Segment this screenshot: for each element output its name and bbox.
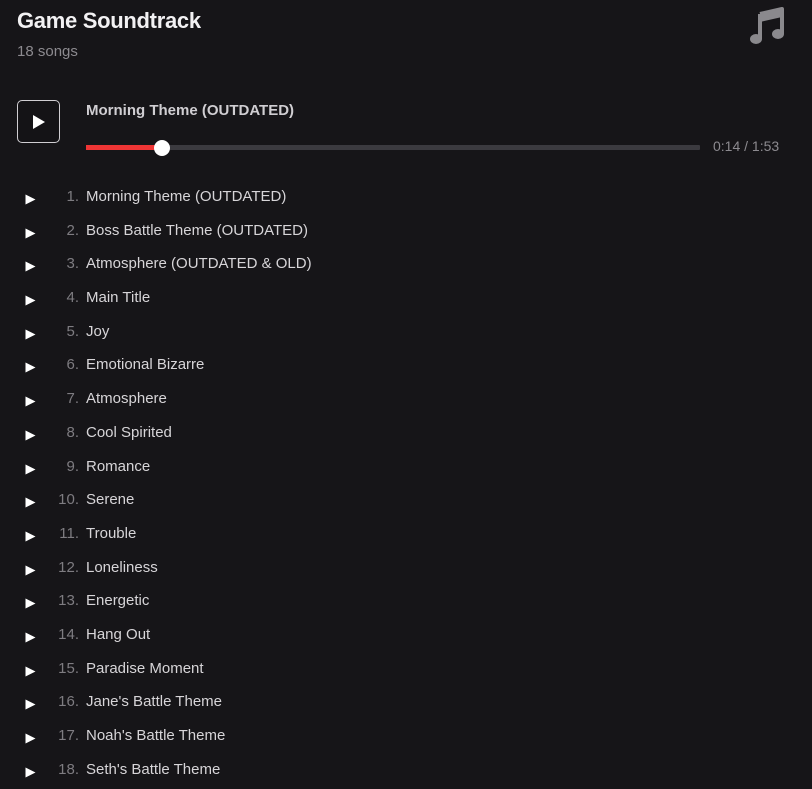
audio-player: Morning Theme (OUTDATED) 0:14 / 1:53 (17, 100, 807, 160)
track-number: 18. (58, 760, 79, 778)
track-play-icon[interactable] (25, 531, 36, 542)
track-row[interactable]: 11. Trouble (0, 518, 812, 552)
track-title[interactable]: Atmosphere (86, 389, 167, 409)
track-number: 3. (66, 255, 79, 273)
track-title[interactable]: Loneliness (86, 558, 158, 578)
track-play-icon[interactable] (25, 733, 36, 744)
track-row[interactable]: 14. Hang Out (0, 619, 812, 653)
track-number: 5. (66, 322, 79, 340)
track-title[interactable]: Emotional Bizarre (86, 355, 204, 375)
track-title[interactable]: Morning Theme (OUTDATED) (86, 187, 286, 207)
track-number: 12. (58, 558, 79, 576)
music-note-icon (750, 7, 784, 44)
track-row[interactable]: 6. Emotional Bizarre (0, 349, 812, 383)
track-number: 8. (66, 423, 79, 441)
playlist-title: Game Soundtrack (17, 8, 201, 33)
track-play-icon[interactable] (25, 295, 36, 306)
track-row[interactable]: 1. Morning Theme (OUTDATED) (0, 181, 812, 215)
track-number: 16. (58, 693, 79, 711)
track-number: 7. (66, 390, 79, 408)
track-row[interactable]: 7. Atmosphere (0, 383, 812, 417)
track-title[interactable]: Noah's Battle Theme (86, 726, 225, 746)
track-title[interactable]: Paradise Moment (86, 659, 204, 679)
track-row[interactable]: 17. Noah's Battle Theme (0, 720, 812, 754)
track-number: 17. (58, 727, 79, 744)
track-play-icon[interactable] (25, 767, 36, 778)
track-play-icon[interactable] (25, 329, 36, 340)
track-title[interactable]: Boss Battle Theme (OUTDATED) (86, 221, 308, 241)
track-row[interactable]: 16. Jane's Battle Theme (0, 686, 812, 720)
track-list: 1. Morning Theme (OUTDATED) 2. Boss Battle … (0, 181, 812, 787)
track-number: 9. (66, 457, 79, 475)
track-row[interactable]: 15. Paradise Moment (0, 653, 812, 687)
track-title[interactable]: Seth's Battle Theme (86, 760, 220, 780)
track-number: 4. (66, 289, 79, 307)
track-number: 14. (58, 625, 79, 643)
track-row[interactable]: 18. Seth's Battle Theme (0, 754, 812, 788)
progress-handle[interactable] (154, 139, 171, 156)
track-row[interactable]: 3. Atmosphere (OUTDATED & OLD) (0, 248, 812, 282)
track-row[interactable]: 5. Joy (0, 316, 812, 350)
progress-bar[interactable] (86, 139, 700, 156)
track-title[interactable]: Hang Out (86, 625, 150, 645)
track-row[interactable]: 12. Loneliness (0, 552, 812, 586)
track-number: 11. (59, 524, 79, 542)
track-play-icon[interactable] (25, 565, 36, 576)
song-count: 18 songs (17, 43, 78, 60)
track-title[interactable]: Cool Spirited (86, 423, 172, 443)
track-play-icon[interactable] (25, 632, 36, 643)
track-row[interactable]: 10. Serene (0, 484, 812, 518)
track-play-icon[interactable] (25, 430, 36, 441)
track-title[interactable]: Romance (86, 457, 150, 477)
track-number: 6. (66, 356, 79, 374)
track-play-icon[interactable] (25, 598, 36, 609)
now-playing-title: Morning Theme (OUTDATED) (86, 102, 295, 119)
track-play-icon[interactable] (25, 261, 36, 272)
track-play-icon[interactable] (25, 228, 36, 239)
track-title[interactable]: Atmosphere (OUTDATED & OLD) (86, 254, 312, 274)
play-icon (33, 115, 45, 129)
play-button[interactable] (17, 100, 60, 143)
track-row[interactable]: 2. Boss Battle Theme (OUTDATED) (0, 215, 812, 249)
track-title[interactable]: Jane's Battle Theme (86, 692, 222, 712)
track-number: 2. (66, 221, 79, 239)
track-play-icon[interactable] (25, 396, 36, 407)
track-play-icon[interactable] (25, 666, 36, 677)
track-row[interactable]: 8. Cool Spirited (0, 417, 812, 451)
track-row[interactable]: 13. Energetic (0, 585, 812, 619)
track-play-icon[interactable] (25, 464, 36, 475)
track-play-icon[interactable] (25, 362, 36, 373)
track-title[interactable]: Main Title (86, 288, 150, 308)
track-title[interactable]: Energetic (86, 591, 149, 611)
track-play-icon[interactable] (25, 699, 36, 710)
playlist-header: Game Soundtrack 18 songs (17, 8, 201, 61)
track-number: 15. (58, 659, 79, 677)
track-title[interactable]: Trouble (86, 524, 136, 544)
track-number: 13. (58, 592, 79, 610)
track-row[interactable]: 4. Main Title (0, 282, 812, 316)
track-number: 1. (66, 188, 79, 205)
track-title[interactable]: Joy (86, 322, 109, 342)
track-play-icon[interactable] (25, 194, 36, 205)
track-play-icon[interactable] (25, 497, 36, 508)
track-title[interactable]: Serene (86, 490, 134, 510)
track-number: 10. (58, 491, 79, 509)
track-row[interactable]: 9. Romance (0, 451, 812, 485)
progress-fill (86, 145, 163, 150)
playback-time: 0:14 / 1:53 (713, 138, 780, 154)
